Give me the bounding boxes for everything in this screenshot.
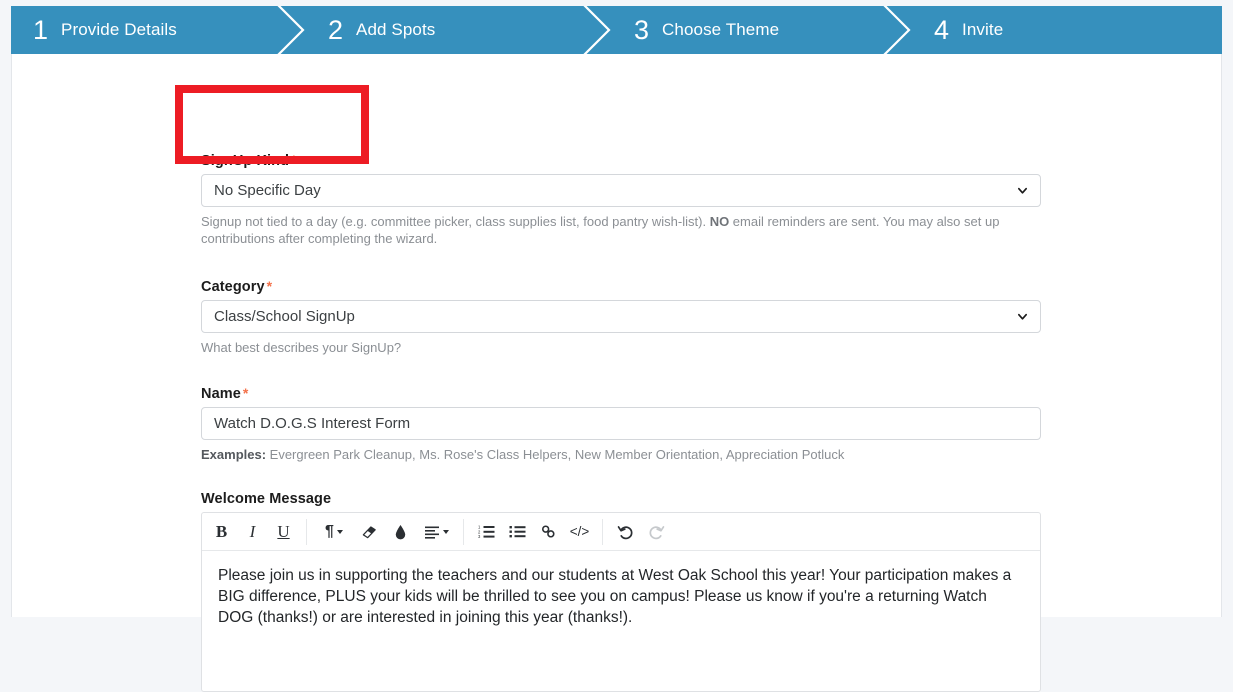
category-select-wrap: Class/School SignUp: [201, 300, 1041, 333]
name-help-text: Evergreen Park Cleanup, Ms. Rose's Class…: [266, 447, 845, 462]
paragraph-format-button[interactable]: ¶: [314, 517, 354, 547]
category-select[interactable]: Class/School SignUp: [201, 300, 1041, 333]
name-label-text: Name: [201, 386, 241, 402]
rich-text-editor: B I U ¶ 1 2 3 </> Please join us in supp…: [201, 512, 1041, 692]
italic-button[interactable]: I: [237, 517, 268, 547]
category-group: Category * Class/School SignUp What best …: [201, 278, 1041, 356]
unordered-list-button[interactable]: [502, 517, 533, 547]
signup-kind-help-before: Signup not tied to a day (e.g. committee…: [201, 214, 710, 229]
wizard-step-3[interactable]: 3 Choose Theme: [612, 6, 912, 54]
category-help: What best describes your SignUp?: [201, 340, 402, 355]
required-asterisk: *: [242, 385, 249, 401]
signup-kind-select-wrap: No Specific Day: [201, 174, 1041, 207]
redo-button[interactable]: [641, 517, 672, 547]
chevron-divider-icon: [277, 6, 305, 54]
pilcrow-icon: ¶: [325, 522, 334, 540]
welcome-message-label: Welcome Message: [201, 491, 332, 507]
ordered-list-icon: 1 2 3: [478, 525, 495, 539]
wizard-step-1-label: Provide Details: [61, 20, 177, 39]
wizard-step-3-label: Choose Theme: [662, 20, 780, 39]
align-left-icon: [424, 526, 439, 539]
toolbar-divider: [463, 518, 464, 545]
editor-content-area[interactable]: Please join us in supporting the teacher…: [202, 551, 1040, 691]
eraser-icon: [362, 526, 376, 539]
toolbar-divider: [306, 518, 307, 545]
svg-text:3: 3: [478, 534, 481, 539]
form-panel: SignUp Kind * No Specific Day Signup not …: [11, 54, 1222, 692]
wizard-page: 1 Provide Details 2 Add Spots 3 Choose T…: [0, 0, 1233, 692]
redo-icon: [649, 525, 665, 539]
undo-button[interactable]: [610, 517, 641, 547]
signup-kind-label-text: SignUp Kind: [201, 153, 290, 169]
wizard-step-4-number: 4: [934, 14, 950, 45]
name-input[interactable]: Watch D.O.G.S Interest Form: [201, 407, 1041, 440]
bold-button[interactable]: B: [206, 517, 237, 547]
toolbar-divider: [602, 518, 603, 545]
ordered-list-button[interactable]: 1 2 3: [471, 517, 502, 547]
name-help-label: Examples:: [201, 447, 267, 462]
link-icon: [541, 525, 555, 538]
category-label-text: Category: [201, 279, 265, 295]
unordered-list-icon: [509, 526, 526, 538]
underline-button[interactable]: U: [268, 517, 299, 547]
wizard-step-2[interactable]: 2 Add Spots: [306, 6, 612, 54]
align-button[interactable]: [416, 517, 456, 547]
category-label: Category *: [201, 278, 1041, 295]
signup-kind-help-emphasis: NO: [709, 214, 730, 229]
wizard-step-3-number: 3: [634, 14, 650, 45]
name-label: Name *: [201, 385, 1041, 402]
signup-kind-select[interactable]: No Specific Day: [201, 174, 1041, 207]
welcome-message-group: Welcome Message B I U ¶ 1 2 3 </> Please…: [201, 491, 1041, 692]
wizard-step-4-label: Invite: [962, 20, 1004, 39]
required-asterisk: *: [291, 152, 297, 168]
name-group: Name * Watch D.O.G.S Interest Form Exampl…: [201, 385, 1041, 463]
editor-toolbar: B I U ¶ 1 2 3 </>: [202, 513, 1040, 551]
chevron-divider-icon: [583, 6, 611, 54]
wizard-step-1[interactable]: 1 Provide Details: [11, 6, 306, 54]
wizard-step-2-number: 2: [328, 14, 344, 45]
text-color-button[interactable]: [385, 517, 416, 547]
code-view-button[interactable]: </>: [564, 517, 595, 547]
chevron-divider-icon: [883, 6, 911, 54]
insert-link-button[interactable]: [533, 517, 564, 547]
signup-kind-label: SignUp Kind *: [201, 152, 1041, 169]
undo-icon: [617, 525, 633, 539]
signup-kind-group: SignUp Kind * No Specific Day Signup not …: [201, 152, 1041, 247]
caret-down-icon: [442, 529, 449, 534]
wizard-step-bar: 1 Provide Details 2 Add Spots 3 Choose T…: [11, 6, 1222, 54]
required-asterisk: *: [266, 278, 273, 294]
wizard-step-2-label: Add Spots: [356, 20, 436, 39]
caret-down-icon: [336, 529, 343, 534]
clear-formatting-button[interactable]: [354, 517, 385, 547]
welcome-message-text: Please join us in supporting the teacher…: [218, 567, 1012, 626]
wizard-step-4[interactable]: 4 Invite: [912, 6, 1222, 54]
signup-kind-help: Signup not tied to a day (e.g. committee…: [201, 213, 1041, 247]
droplet-icon: [395, 524, 406, 539]
name-help: Examples: Evergreen Park Cleanup, Ms. Ro…: [201, 446, 1041, 463]
wizard-step-1-number: 1: [33, 14, 49, 45]
